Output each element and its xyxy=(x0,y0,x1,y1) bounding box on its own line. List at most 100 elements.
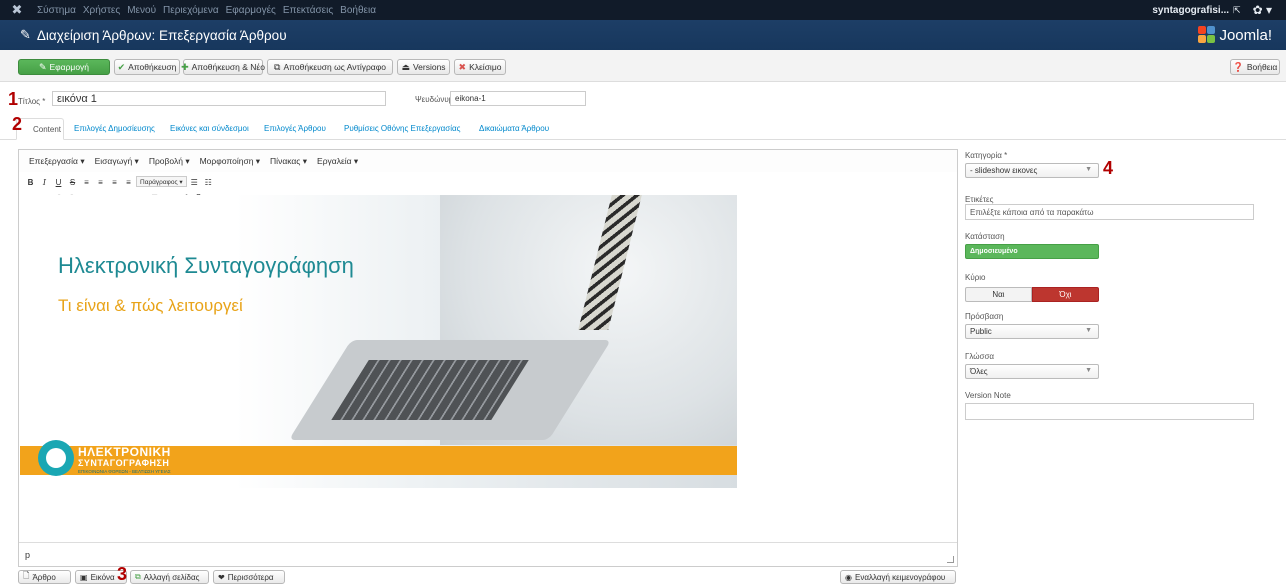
chevron-down-icon: ❤ xyxy=(218,572,225,582)
category-select[interactable]: - slideshow εικονες ▼ xyxy=(965,163,1099,178)
category-label: Κατηγορία * xyxy=(965,151,1008,160)
save-copy-button[interactable]: ⧉ Αποθήκευση ως Αντίγραφο xyxy=(267,59,393,75)
menu-system[interactable]: Σύστημα xyxy=(37,5,76,16)
numbered-list-icon[interactable]: ☷ xyxy=(202,176,215,187)
title-label: Τίτλος * xyxy=(18,97,46,106)
editor-menubar: Επεξεργασία ▾ Εισαγωγή ▾ Προβολή ▾ Μορφο… xyxy=(19,150,957,172)
format-select[interactable]: Παράγραφος ▾ xyxy=(136,175,187,187)
read-more-button[interactable]: ❤ Περισσότερα xyxy=(213,570,285,584)
strikethrough-icon[interactable]: S xyxy=(66,176,79,187)
e-prescription-logo-icon xyxy=(38,440,74,476)
joomla-brand-text: Joomla! xyxy=(1219,26,1272,44)
editor-menu-edit[interactable]: Επεξεργασία ▾ xyxy=(29,156,85,167)
toggle-editor-button[interactable]: ◉ Εναλλαγή κειμενογράφου xyxy=(840,570,956,584)
menu-help[interactable]: Βοήθεια xyxy=(340,5,376,16)
archive-icon: ⏏ xyxy=(401,61,410,72)
alias-input[interactable]: eikona-1 xyxy=(450,91,586,106)
annotation-marker-3: 3 xyxy=(117,564,128,584)
language-label: Γλώσσα xyxy=(965,352,995,361)
featured-toggle: Ναι Όχι xyxy=(965,287,1099,302)
access-label: Πρόσβαση xyxy=(965,312,1004,321)
joomla-flower-icon xyxy=(1198,26,1216,44)
joomla-logo: Joomla! xyxy=(1198,26,1272,44)
insert-article-button[interactable]: 🗋 Άρθρο xyxy=(18,570,71,584)
bold-icon[interactable]: B xyxy=(24,176,37,187)
featured-no-button[interactable]: Όχι xyxy=(1032,287,1099,302)
close-icon: ✖ xyxy=(458,61,467,72)
status-select[interactable]: Δημοσιευμένο xyxy=(965,244,1099,259)
chevron-down-icon: ▼ xyxy=(1085,166,1092,173)
tab-images-links[interactable]: Εικόνες και σύνδεσμοι xyxy=(170,124,249,133)
language-select[interactable]: Όλες ▼ xyxy=(965,364,1099,379)
logo-text-line3: ΕΠΙΚΟΙΝΩΝΙΑ ΦΟΡΕΩΝ - ΒΕΛΤΙΩΣΗ ΥΓΕΙΑΣ xyxy=(78,469,171,474)
help-button[interactable]: ❓ Βοήθεια xyxy=(1230,59,1280,75)
banner-heading: Ηλεκτρονική Συνταγογράφηση xyxy=(58,253,354,278)
align-center-icon[interactable]: ≡ xyxy=(94,176,107,187)
italic-icon[interactable]: I xyxy=(38,176,51,187)
menu-extensions[interactable]: Επεκτάσεις xyxy=(283,5,333,16)
editor-menu-format[interactable]: Μορφοποίηση ▾ xyxy=(200,156,260,167)
menu-components[interactable]: Εφαρμογές xyxy=(226,5,276,16)
tab-publishing[interactable]: Επιλογές Δημοσίευσης xyxy=(74,124,155,133)
menu-menus[interactable]: Μενού xyxy=(127,5,156,16)
editor-menu-tools[interactable]: Εργαλεία ▾ xyxy=(317,156,358,167)
logo-text-line1: ΗΛΕΚΤΡΟΝΙΚΗ xyxy=(78,445,171,459)
save-new-button[interactable]: ✚ Αποθήκευση & Νέο xyxy=(181,59,265,75)
joomla-menu-icon[interactable]: ✖ xyxy=(8,3,26,17)
version-note-input[interactable] xyxy=(965,403,1254,420)
close-button[interactable]: ✖ Κλείσιμο xyxy=(454,59,506,75)
menu-content[interactable]: Περιεχόμενα xyxy=(163,5,219,16)
copy-icon: ⧉ xyxy=(274,61,281,72)
align-right-icon[interactable]: ≡ xyxy=(108,176,121,187)
check-icon: ✔ xyxy=(117,61,126,72)
edit-tabs: 2 Content Επιλογές Δημοσίευσης Εικόνες κ… xyxy=(0,114,1286,140)
title-input[interactable]: εικόνα 1 xyxy=(52,91,386,106)
access-select[interactable]: Public ▼ xyxy=(965,324,1099,339)
resize-handle[interactable] xyxy=(947,556,954,563)
page-break-button[interactable]: ⧉ Αλλαγή σελίδας xyxy=(130,570,209,584)
gear-icon[interactable]: ✿ ▾ xyxy=(1253,3,1272,17)
save-button[interactable]: ✔ Αποθήκευση xyxy=(114,59,180,75)
article-banner-image[interactable]: Ηλεκτρονική Συνταγογράφηση Τι είναι & πώ… xyxy=(20,195,737,488)
editor-menu-view[interactable]: Προβολή ▾ xyxy=(149,156,190,167)
tags-input[interactable]: Επιλέξτε κάποια από τα παρακάτω xyxy=(965,204,1254,220)
tab-article-options[interactable]: Επιλογές Άρθρου xyxy=(264,124,326,133)
logo-text-line2: ΣΥΝΤΑΓΟΓΡΑΦΗΣΗ xyxy=(78,458,170,468)
page-title: Διαχείριση Άρθρων: Επεξεργασία Άρθρου xyxy=(36,27,287,43)
element-path[interactable]: p xyxy=(25,550,30,560)
toolbar: ✎ Εφαρμογή ✔ Αποθήκευση ✚ Αποθήκευση & Ν… xyxy=(0,50,1286,82)
external-link-icon[interactable]: ⇱ xyxy=(1233,5,1241,16)
featured-yes-button[interactable]: Ναι xyxy=(965,287,1032,302)
align-left-icon[interactable]: ≡ xyxy=(80,176,93,187)
chevron-down-icon: ▼ xyxy=(1085,327,1092,334)
bullet-list-icon[interactable]: ☰ xyxy=(188,176,201,187)
align-justify-icon[interactable]: ≡ xyxy=(122,176,135,187)
picture-icon: ▣ xyxy=(80,572,88,582)
editor-menu-table[interactable]: Πίνακας ▾ xyxy=(270,156,307,167)
copy-icon: ⧉ xyxy=(135,572,141,581)
status-label: Κατάσταση xyxy=(965,232,1005,241)
banner-subheading: Τι είναι & πώς λειτουργεί xyxy=(58,296,243,315)
chevron-down-icon: ▼ xyxy=(1085,367,1092,374)
version-note-label: Version Note xyxy=(965,391,1011,400)
edit-icon: ✎ xyxy=(38,61,47,72)
versions-button[interactable]: ⏏ Versions xyxy=(397,59,450,75)
apply-button[interactable]: ✎ Εφαρμογή xyxy=(18,59,110,75)
question-icon: ❓ xyxy=(1232,61,1244,72)
menu-users[interactable]: Χρήστες xyxy=(83,5,120,16)
admin-menu-bar: ✖ Σύστημα Χρήστες Μενού Περιεχόμενα Εφαρ… xyxy=(0,0,1286,20)
editor-toolbar-row-1: B I U S ≡ ≡ ≡ ≡ Παράγραφος ▾ ☰ ☷ xyxy=(19,174,216,188)
underline-icon[interactable]: U xyxy=(52,176,65,187)
eye-icon: ◉ xyxy=(845,572,852,582)
rich-text-editor: Επεξεργασία ▾ Εισαγωγή ▾ Προβολή ▾ Μορφο… xyxy=(18,149,958,567)
tags-label: Ετικέτες xyxy=(965,195,994,204)
pencil-icon: ✎ xyxy=(20,27,31,42)
editor-menu-insert[interactable]: Εισαγωγή ▾ xyxy=(95,156,139,167)
tab-editor-config[interactable]: Ρυθμίσεις Οθόνης Επεξεργασίας xyxy=(344,124,461,133)
editor-statusbar: p xyxy=(19,542,957,566)
page-header: ✎ Διαχείριση Άρθρων: Επεξεργασία Άρθρου … xyxy=(0,20,1286,50)
tab-content[interactable]: Content xyxy=(16,118,64,140)
tab-permissions[interactable]: Δικαιώματα Άρθρου xyxy=(479,124,549,133)
annotation-marker-4: 4 xyxy=(1103,158,1114,178)
site-name-link[interactable]: syntagografisi... xyxy=(1152,5,1229,16)
